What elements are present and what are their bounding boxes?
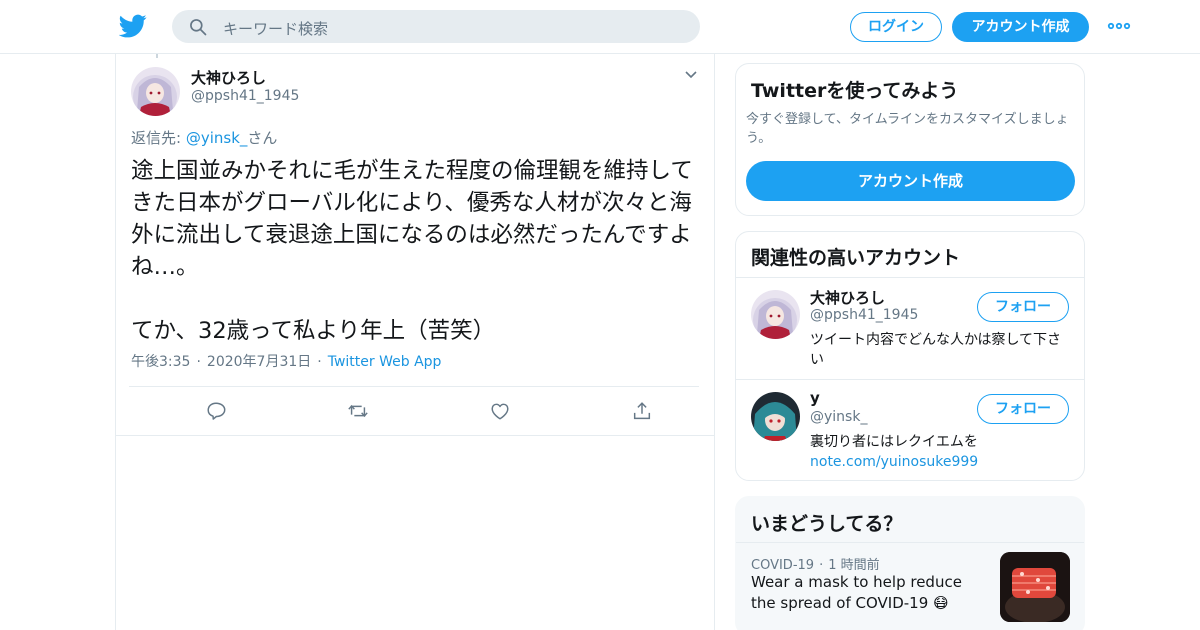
reply-suffix: さん xyxy=(247,129,278,147)
avatar-image xyxy=(751,290,800,339)
signup-button[interactable]: アカウント作成 xyxy=(952,12,1089,42)
divider xyxy=(736,542,1084,543)
follow-button[interactable]: フォロー xyxy=(977,292,1069,322)
account-handle[interactable]: @yinsk_ xyxy=(810,409,867,425)
tweet-time[interactable]: 午後3:35 xyxy=(131,354,190,370)
signup-card-button[interactable]: アカウント作成 xyxy=(746,161,1075,201)
meta-separator: · xyxy=(317,354,322,370)
reply-prefix: 返信先: xyxy=(131,129,186,147)
trend-thumbnail[interactable] xyxy=(1000,552,1070,622)
tweet-column: 大神ひろし @ppsh41_1945 返信先: @yinsk_さん 途上国並みか… xyxy=(115,54,715,630)
trend-headline[interactable]: Wear a mask to help reduce the spread of… xyxy=(751,572,976,614)
follow-button[interactable]: フォロー xyxy=(977,394,1069,424)
account-item[interactable]: y @yinsk_ 裏切り者にはレクイエムを note.com/yuinosuk… xyxy=(736,380,1084,480)
account-bio-text: 裏切り者にはレクイエムを xyxy=(810,434,978,450)
search-bar[interactable]: キーワード検索 xyxy=(172,10,700,43)
meta-separator: · xyxy=(819,558,824,573)
related-accounts-title: 関連性の高いアカウント xyxy=(751,247,961,269)
tweet-author-name[interactable]: 大神ひろし xyxy=(191,67,266,88)
account-item[interactable]: 大神ひろし @ppsh41_1945 ツイート内容でどんな人かは察して下さい フ… xyxy=(736,278,1084,379)
reply-to-line: 返信先: @yinsk_さん xyxy=(131,127,277,148)
search-placeholder[interactable]: キーワード検索 xyxy=(223,18,328,39)
account-name[interactable]: y xyxy=(810,389,820,407)
trend-meta: COVID-19 · 1 時間前 xyxy=(751,554,880,573)
reply-icon[interactable] xyxy=(205,400,227,422)
avatar[interactable] xyxy=(131,67,180,116)
share-icon[interactable] xyxy=(631,400,653,422)
like-icon[interactable] xyxy=(489,400,511,422)
related-accounts-card: 関連性の高いアカウント 大神ひろし @ppsh41_1945 ツイート内容でどん… xyxy=(735,231,1085,481)
avatar[interactable] xyxy=(751,392,800,441)
signup-card: Twitterを使ってみよう 今すぐ登録して、タイムラインをカスタマイズしましょ… xyxy=(735,63,1085,216)
account-bio: 裏切り者にはレクイエムを note.com/yuinosuke999 xyxy=(810,432,1072,472)
top-header: キーワード検索 ログイン アカウント作成 xyxy=(0,0,1200,54)
trend-category: COVID-19 xyxy=(751,558,815,573)
tweet-author-handle[interactable]: @ppsh41_1945 xyxy=(191,88,299,104)
tweet-text: 途上国並みかそれに毛が生えた程度の倫理観を維持してきた日本がグローバル化により、… xyxy=(131,158,693,344)
retweet-icon[interactable] xyxy=(347,400,369,422)
trends-card: いまどうしてる？ COVID-19 · 1 時間前 Wear a mask to h… xyxy=(735,496,1085,630)
signup-card-description: 今すぐ登録して、タイムラインをカスタマイズしましょう。 xyxy=(746,112,1069,146)
reply-mention-link[interactable]: @yinsk_ xyxy=(186,129,248,147)
trend-time: 1 時間前 xyxy=(828,558,880,573)
signup-card-title: Twitterを使ってみよう xyxy=(751,80,959,102)
account-bio: ツイート内容でどんな人かは察して下さい xyxy=(810,332,1062,368)
account-bio-link[interactable]: note.com/yuinosuke999 xyxy=(810,452,1072,472)
mask-image xyxy=(1000,552,1070,622)
tweet-actions xyxy=(129,386,699,436)
tweet-source-link[interactable]: Twitter Web App xyxy=(328,354,442,370)
avatar[interactable] xyxy=(751,290,800,339)
avatar-image xyxy=(131,67,180,116)
more-dots-icon[interactable] xyxy=(1107,18,1131,34)
search-icon xyxy=(190,19,207,36)
trends-title: いまどうしてる？ xyxy=(751,513,903,535)
tweet-date[interactable]: 2020年7月31日 xyxy=(207,354,311,370)
divider xyxy=(116,435,714,436)
account-handle[interactable]: @ppsh41_1945 xyxy=(810,307,918,323)
account-name[interactable]: 大神ひろし xyxy=(810,287,885,308)
chevron-down-icon[interactable] xyxy=(684,70,698,80)
twitter-bird-icon[interactable] xyxy=(119,12,147,40)
thread-connector xyxy=(156,54,158,58)
meta-separator: · xyxy=(196,354,201,370)
login-button[interactable]: ログイン xyxy=(850,12,942,42)
tweet-meta: 午後3:35 · 2020年7月31日 · Twitter Web App xyxy=(131,351,441,371)
avatar-image xyxy=(751,392,800,441)
